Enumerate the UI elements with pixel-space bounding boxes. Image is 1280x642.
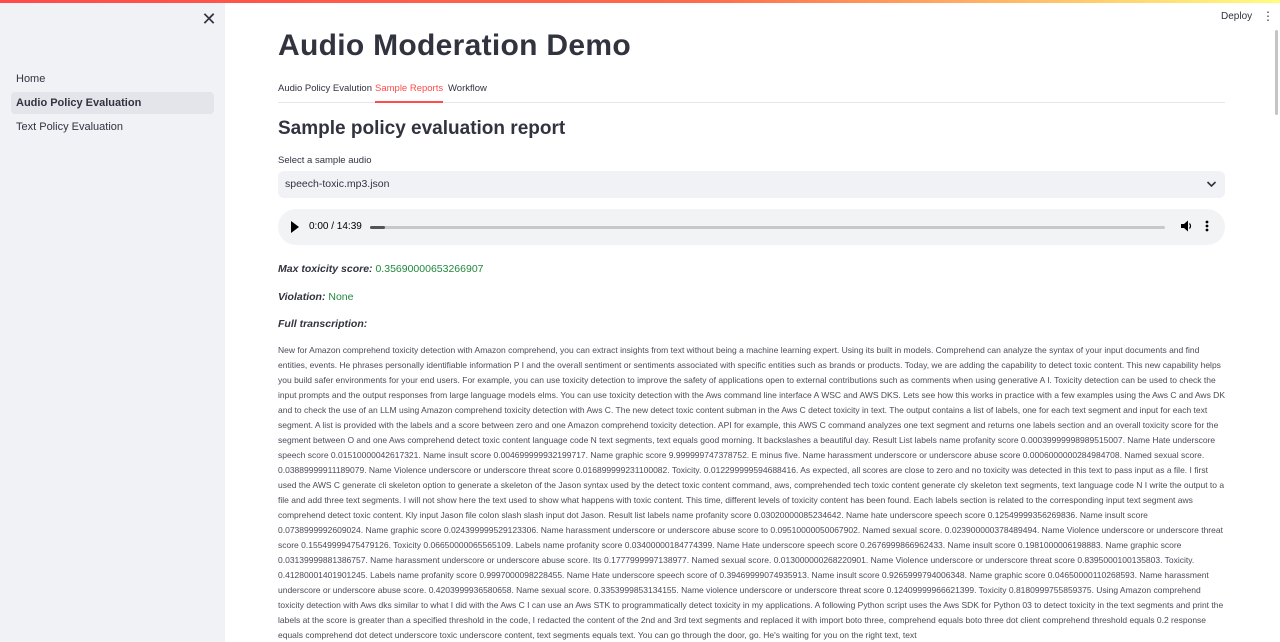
more-vertical-icon[interactable] bbox=[1204, 218, 1210, 237]
play-icon[interactable] bbox=[291, 221, 299, 233]
deploy-button[interactable]: Deploy bbox=[1221, 11, 1252, 22]
sidebar-item-text-policy-evaluation[interactable]: Text Policy Evaluation bbox=[11, 116, 214, 138]
sidebar: ✕ Home Audio Policy Evaluation Text Poli… bbox=[0, 0, 225, 642]
sidebar-item-audio-policy-evaluation[interactable]: Audio Policy Evaluation bbox=[11, 92, 214, 114]
tab-audio-policy-evalution[interactable]: Audio Policy Evalution bbox=[278, 82, 372, 103]
sidebar-item-home[interactable]: Home bbox=[11, 68, 214, 90]
max-toxicity-value: 0.35690000653266907 bbox=[375, 263, 484, 275]
close-icon[interactable]: ✕ bbox=[200, 10, 218, 28]
violation-label: Violation: bbox=[278, 291, 326, 303]
transcription-text: New for Amazon comprehend toxicity detec… bbox=[278, 345, 1225, 640]
tab-sample-reports[interactable]: Sample Reports bbox=[375, 82, 444, 103]
audio-player: 0:00 / 14:39 bbox=[278, 209, 1225, 245]
max-toxicity-label: Max toxicity score: bbox=[278, 263, 373, 275]
section-title: Sample policy evaluation report bbox=[278, 118, 566, 139]
seek-slider[interactable] bbox=[370, 226, 1165, 229]
tab-workflow[interactable]: Workflow bbox=[448, 82, 487, 103]
max-toxicity-row: Max toxicity score: 0.35690000653266907 bbox=[278, 263, 484, 275]
sample-audio-select[interactable]: speech-toxic.mp3.json bbox=[278, 171, 1225, 198]
chevron-down-icon bbox=[1206, 171, 1217, 209]
select-label: Select a sample audio bbox=[278, 155, 372, 166]
sidebar-nav: Home Audio Policy Evaluation Text Policy… bbox=[11, 68, 214, 140]
select-value: speech-toxic.mp3.json bbox=[285, 178, 390, 190]
top-decoration-bar bbox=[0, 0, 1280, 3]
page-scrollbar[interactable] bbox=[1275, 30, 1278, 115]
seek-progress bbox=[370, 226, 385, 229]
volume-icon[interactable] bbox=[1180, 219, 1193, 236]
page-title: Audio Moderation Demo bbox=[278, 29, 631, 62]
transcription-heading: Full transcription: bbox=[278, 318, 367, 330]
player-time: 0:00 / 14:39 bbox=[309, 221, 362, 232]
violation-value: None bbox=[328, 291, 354, 303]
tab-bar: Audio Policy Evalution Sample Reports Wo… bbox=[278, 82, 1225, 103]
main-menu-icon[interactable]: ⋮ bbox=[1262, 9, 1274, 23]
violation-row: Violation: None bbox=[278, 291, 353, 303]
transcription-label: Full transcription: bbox=[278, 318, 368, 330]
